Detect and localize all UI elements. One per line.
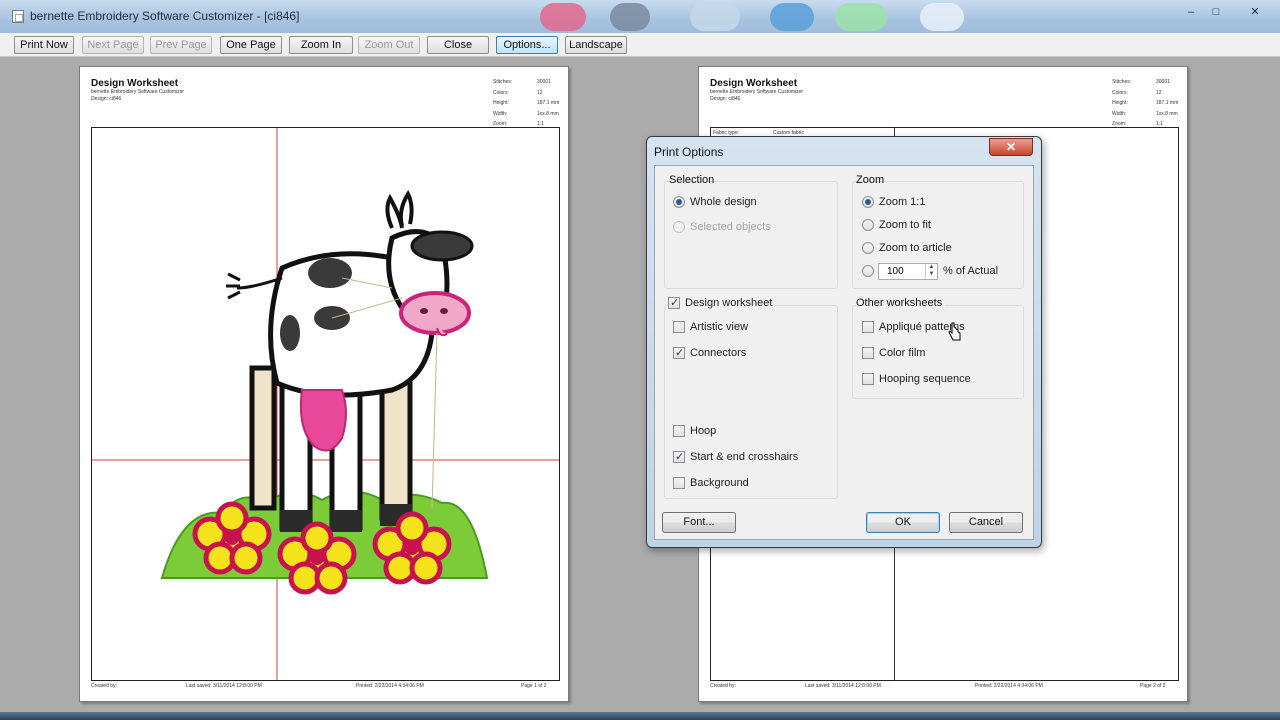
prev-page-button[interactable]: Prev Page [150,36,212,54]
hooping-sequence-checkbox[interactable]: Hooping sequence [862,373,971,387]
title-bar: bernette Embroidery Software Customizer … [0,0,1280,33]
radio-icon [673,196,685,209]
checkbox-icon [862,347,874,360]
zoom-in-button[interactable]: Zoom In [289,36,353,54]
page-subtitle: bernette Embroidery Software Customizer [91,89,185,95]
page-design-name: Design: ci846 [91,96,122,102]
cow-embroidery-design [92,128,559,680]
design-info: Stitches: 30001 Colors: 12 Height: 187.1 mm… [493,79,560,127]
cow-muzzle [399,291,471,335]
font-button[interactable]: Font... [662,512,736,533]
cow-tail-tuft [226,272,241,300]
whole-design-radio[interactable]: Whole design [673,196,757,210]
checkbox-icon [673,477,685,490]
maximize-button[interactable]: □ [1205,4,1227,20]
radio-icon [862,265,874,278]
radio-icon [862,196,874,209]
zoom-out-button[interactable]: Zoom Out [358,36,420,54]
minimize-button[interactable]: – [1180,4,1202,20]
print-preview-area: Design Worksheet bernette Embroidery Sof… [0,57,1280,712]
close-preview-button[interactable]: Close [427,36,489,54]
design-info: Stitches: 30001 Colors: 12 Height: 187.1 mm… [1112,79,1179,127]
page-title: Design Worksheet [91,78,179,89]
crosshairs-checkbox[interactable]: Start & end crosshairs [673,450,798,465]
close-window-button[interactable]: ✕ [1244,4,1266,20]
checkbox-icon [673,321,685,334]
cow-leg [249,365,277,511]
zoom-group-title: Zoom [856,174,885,186]
artistic-view-checkbox[interactable]: Artistic view [673,321,748,335]
page-design-name: Design: ci846 [710,96,741,102]
zoom-1-1-radio[interactable]: Zoom 1:1 [862,196,925,210]
checkbox-icon [673,450,685,464]
checkbox-icon [862,321,874,334]
preview-toolbar: Print Now Next Page Prev Page One Page Z… [0,33,1280,57]
zoom-percent-radio[interactable] [862,265,874,279]
zoom-to-fit-radio[interactable]: Zoom to fit [862,219,931,233]
ok-button[interactable]: OK [866,512,940,533]
cow-spot [308,258,352,288]
radio-icon [673,221,685,234]
scrollbar[interactable] [1259,57,1280,712]
radio-icon [862,219,874,232]
cow-horn [398,189,414,227]
checkbox-icon [862,373,874,386]
radio-icon [862,242,874,255]
design-frame [91,127,560,681]
zoom-spinner-arrows-icon[interactable]: ▲ ▼ [925,264,937,279]
options-button[interactable]: Options... [496,36,558,54]
dialog-title: Print Options [654,145,724,159]
selected-objects-radio[interactable]: Selected objects [673,221,771,235]
cow-ear [410,230,474,262]
cancel-button[interactable]: Cancel [949,512,1023,533]
worksheet-page-1: Design Worksheet bernette Embroidery Sof… [79,66,569,702]
zoom-to-article-radio[interactable]: Zoom to article [862,242,952,256]
zoom-percent-label: % of Actual [943,265,999,277]
window-title: bernette Embroidery Software Customizer … [30,9,300,23]
next-page-button[interactable]: Next Page [82,36,144,54]
other-worksheets-title: Other worksheets [856,297,946,309]
selection-group-title: Selection [669,174,715,186]
cow-spot [280,315,300,351]
color-film-checkbox[interactable]: Color film [862,347,925,361]
checkbox-icon [673,346,685,360]
checkbox-icon [673,425,685,438]
app-icon [12,10,24,23]
one-page-button[interactable]: One Page [220,36,282,54]
background-checkbox[interactable]: Background [673,477,749,491]
hoop-checkbox[interactable]: Hoop [673,425,716,439]
page-title: Design Worksheet [710,78,798,89]
page-subtitle: bernette Embroidery Software Customizer [710,89,804,95]
checkbox-icon [668,296,680,310]
cow-hoof [330,510,362,532]
dialog-close-button[interactable]: ✕ [989,138,1033,156]
landscape-button[interactable]: Landscape [565,36,627,54]
print-now-button[interactable]: Print Now [14,36,74,54]
design-worksheet-checkbox[interactable]: Design worksheet [668,296,776,311]
connectors-checkbox[interactable]: Connectors [673,346,746,361]
taskbar [0,712,1280,720]
mouse-cursor-icon [948,322,961,341]
